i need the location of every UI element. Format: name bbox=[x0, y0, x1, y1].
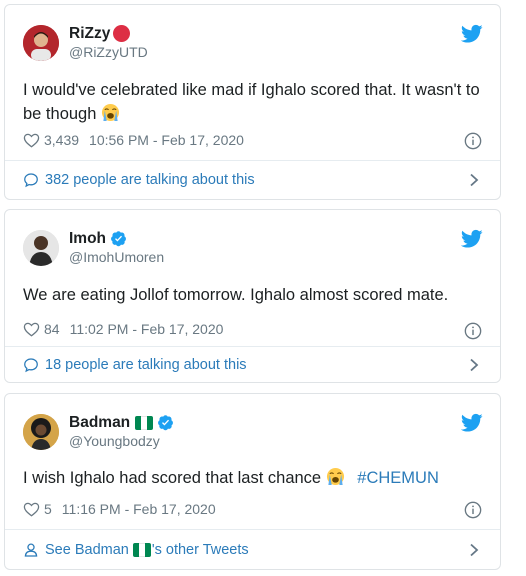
tweet-card[interactable]: Imoh @ImohUmoren We are eating Jollof to… bbox=[4, 209, 501, 383]
info-icon[interactable] bbox=[464, 501, 482, 519]
avatar[interactable] bbox=[23, 413, 59, 450]
loudly-crying-face-emoji bbox=[326, 467, 344, 486]
timestamp[interactable]: 10:56 PM - Feb 17, 2020 bbox=[89, 132, 244, 148]
chevron-right-icon[interactable] bbox=[468, 543, 480, 557]
nigeria-flag-icon bbox=[135, 415, 154, 430]
tweet-card[interactable]: RiZzy @RiZzyUTD I would've celebrated li… bbox=[4, 4, 501, 200]
tweet-card[interactable]: Badman @Youngbodzy I wish Ighalo had sco… bbox=[4, 393, 501, 570]
person-icon bbox=[24, 543, 38, 557]
like-count[interactable]: 5 bbox=[44, 501, 52, 517]
display-name[interactable]: Imoh bbox=[69, 229, 106, 248]
verified-badge-icon bbox=[157, 414, 174, 431]
like-count[interactable]: 84 bbox=[44, 321, 60, 337]
display-name[interactable]: Badman bbox=[69, 413, 130, 432]
info-icon[interactable] bbox=[464, 132, 482, 150]
tweet-meta: 3,439 10:56 PM - Feb 17, 2020 bbox=[23, 132, 244, 148]
verified-badge-icon bbox=[110, 230, 127, 247]
tweet-text: We are eating Jollof tomorrow. Ighalo al… bbox=[23, 286, 449, 304]
chevron-right-icon[interactable] bbox=[468, 173, 480, 187]
chevron-right-icon[interactable] bbox=[468, 358, 480, 372]
timestamp[interactable]: 11:16 PM - Feb 17, 2020 bbox=[62, 501, 216, 517]
heart-icon[interactable] bbox=[23, 321, 40, 337]
loudly-crying-face-emoji bbox=[101, 103, 120, 122]
tweet-meta: 84 11:02 PM - Feb 17, 2020 bbox=[23, 321, 223, 337]
conversation-label[interactable]: 18 people are talking about this bbox=[45, 357, 247, 373]
tweet-text: I wish Ighalo had scored that last chanc… bbox=[23, 467, 439, 487]
conversation-link[interactable]: 382 people are talking about this bbox=[5, 161, 500, 199]
profile-link-suffix[interactable]: 's other Tweets bbox=[152, 542, 249, 558]
chat-bubble-icon bbox=[24, 173, 38, 188]
user-handle[interactable]: @RiZzyUTD bbox=[69, 44, 148, 62]
like-count[interactable]: 3,439 bbox=[44, 132, 79, 148]
user-handle[interactable]: @Youngbodzy bbox=[69, 433, 174, 451]
heart-icon[interactable] bbox=[23, 501, 40, 517]
red-circle-emoji bbox=[113, 25, 131, 43]
tweet-meta: 5 11:16 PM - Feb 17, 2020 bbox=[23, 501, 216, 517]
chat-bubble-icon bbox=[24, 357, 38, 372]
profile-link-prefix[interactable]: See Badman bbox=[45, 542, 129, 558]
timestamp[interactable]: 11:02 PM - Feb 17, 2020 bbox=[70, 321, 224, 337]
conversation-label[interactable]: 382 people are talking about this bbox=[45, 172, 255, 188]
tweet-text: I would've celebrated like mad if Ighalo… bbox=[23, 81, 480, 123]
tweet-header[interactable]: RiZzy @RiZzyUTD bbox=[23, 24, 148, 62]
heart-icon[interactable] bbox=[23, 132, 40, 148]
info-icon[interactable] bbox=[464, 322, 482, 340]
profile-link[interactable]: See Badman 's other Tweets bbox=[5, 530, 500, 569]
twitter-bird-icon[interactable] bbox=[461, 413, 483, 433]
avatar[interactable] bbox=[23, 24, 59, 61]
hashtag-link[interactable]: #CHEMUN bbox=[357, 469, 439, 487]
tweet-header[interactable]: Badman @Youngbodzy bbox=[23, 413, 174, 451]
twitter-bird-icon[interactable] bbox=[461, 229, 483, 249]
twitter-bird-icon[interactable] bbox=[461, 24, 483, 44]
avatar[interactable] bbox=[23, 229, 59, 266]
user-handle[interactable]: @ImohUmoren bbox=[69, 249, 164, 267]
tweet-header[interactable]: Imoh @ImohUmoren bbox=[23, 229, 164, 267]
conversation-link[interactable]: 18 people are talking about this bbox=[5, 347, 500, 382]
display-name[interactable]: RiZzy bbox=[69, 24, 110, 43]
nigeria-flag-icon bbox=[132, 542, 151, 557]
